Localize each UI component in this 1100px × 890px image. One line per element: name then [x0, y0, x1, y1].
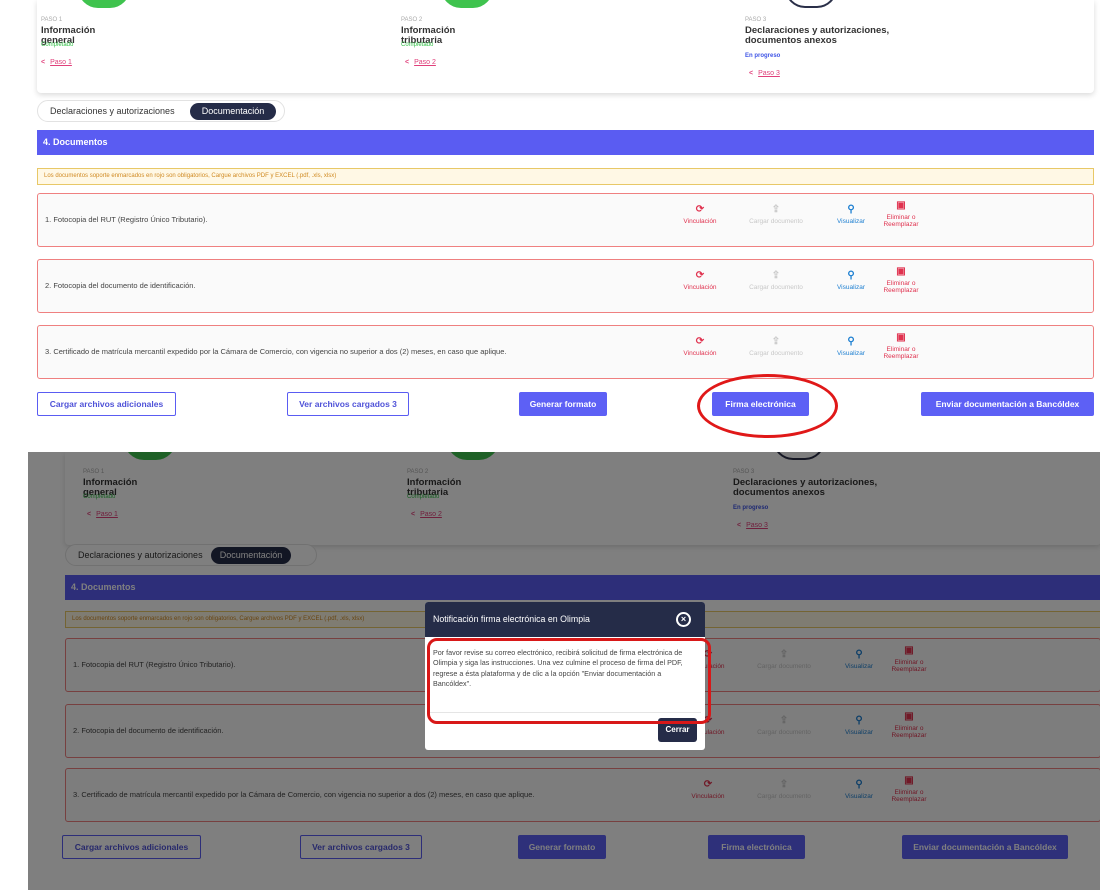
eliminar-action[interactable]: ▣Eliminar oReemplazar	[871, 266, 931, 294]
sync-icon: ⟳	[695, 204, 705, 215]
vinculacion-action[interactable]: ⟳Vinculación	[670, 336, 730, 357]
step-number: PASO 3	[745, 17, 767, 23]
trash-icon: ▣	[896, 266, 906, 277]
step-status: En progreso	[745, 53, 781, 59]
step-title: Declaraciones y autorizaciones, document…	[745, 25, 890, 46]
step-number: PASO 2	[401, 17, 423, 23]
step-number: PASO 1	[41, 17, 63, 23]
chevron-left-icon: <	[405, 59, 410, 66]
cargar-documento-action[interactable]: ⇪Cargar documento	[736, 336, 816, 357]
trash-icon: ▣	[896, 200, 906, 211]
step-link[interactable]: <Paso 2	[405, 59, 436, 66]
document-label: 2. Fotocopia del documento de identifica…	[45, 281, 196, 290]
upload-icon: ⇪	[771, 204, 781, 215]
enviar-documentacion-button[interactable]: Enviar documentación a Bancóldex	[921, 392, 1094, 416]
steps-card: PASO 1 Información general Completado <P…	[37, 0, 1094, 93]
generar-formato-button[interactable]: Generar formato	[519, 392, 607, 416]
upload-icon: ⇪	[771, 336, 781, 347]
tab-documentacion[interactable]: Documentación	[190, 103, 276, 120]
chevron-left-icon: <	[749, 70, 754, 77]
screenshot-before: PASO 1 Información general Completado < P…	[0, 0, 1100, 440]
modal-header: Notificación firma electrónica en Olimpi…	[425, 602, 705, 637]
step-link[interactable]: <Paso 1	[41, 59, 72, 66]
annotation-rectangle	[427, 638, 711, 724]
section-header: 4. Documentos	[37, 130, 1094, 155]
screenshot-after: PASO 1 Información general Completado <P…	[0, 452, 1100, 890]
sync-icon: ⟳	[695, 270, 705, 281]
eliminar-action[interactable]: ▣Eliminar oReemplazar	[871, 332, 931, 360]
step-link[interactable]: <Paso 3	[749, 70, 780, 77]
ver-archivos-button[interactable]: Ver archivos cargados 3	[287, 392, 409, 416]
notice-banner: Los documentos soporte enmarcados en roj…	[37, 168, 1094, 185]
tab-switcher: Declaraciones y autorizaciones Documenta…	[37, 100, 285, 122]
annotation-ellipse	[697, 374, 838, 438]
chevron-left-icon: <	[41, 59, 46, 66]
step-3-progress-icon	[785, 0, 837, 8]
cargar-documento-action[interactable]: ⇪Cargar documento	[736, 204, 816, 225]
document-row: 3. Certificado de matrícula mercantil ex…	[37, 325, 1094, 379]
step-1-check-icon	[78, 0, 130, 8]
step-status: Completado	[41, 42, 74, 48]
document-row: 2. Fotocopia del documento de identifica…	[37, 259, 1094, 313]
upload-icon: ⇪	[771, 270, 781, 281]
step-status: Completado	[401, 42, 434, 48]
cargar-adicionales-button[interactable]: Cargar archivos adicionales	[37, 392, 176, 416]
close-icon[interactable]: ×	[676, 612, 691, 627]
document-row: 1. Fotocopia del RUT (Registro Único Tri…	[37, 193, 1094, 247]
vinculacion-action[interactable]: ⟳Vinculación	[670, 204, 730, 225]
vinculacion-action[interactable]: ⟳Vinculación	[670, 270, 730, 291]
modal-title: Notificación firma electrónica en Olimpi…	[433, 614, 590, 624]
document-label: 3. Certificado de matrícula mercantil ex…	[45, 347, 507, 356]
step-2-check-icon	[441, 0, 493, 8]
tab-declaraciones[interactable]: Declaraciones y autorizaciones	[50, 103, 175, 120]
document-label: 1. Fotocopia del RUT (Registro Único Tri…	[45, 215, 208, 224]
sync-icon: ⟳	[695, 336, 705, 347]
trash-icon: ▣	[896, 332, 906, 343]
cargar-documento-action[interactable]: ⇪Cargar documento	[736, 270, 816, 291]
eliminar-action[interactable]: ▣Eliminar oReemplazar	[871, 200, 931, 228]
